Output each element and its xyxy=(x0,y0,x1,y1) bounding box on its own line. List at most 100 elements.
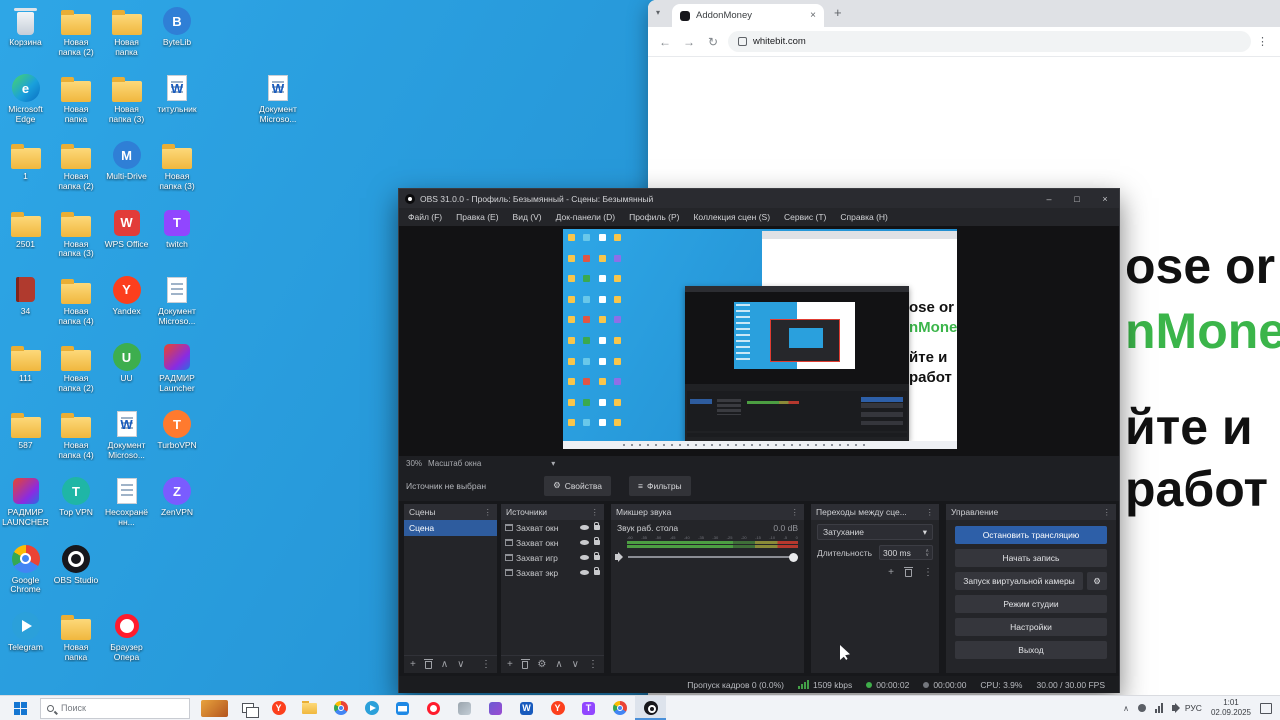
tab-search-icon[interactable]: ▾ xyxy=(656,8,660,17)
language-indicator[interactable]: РУС xyxy=(1185,703,1202,713)
desktop-icon[interactable]: РАДМИР Launcher xyxy=(154,342,201,394)
lock-icon[interactable] xyxy=(594,567,600,575)
spinner-arrows-icon[interactable]: ∧ ∨ xyxy=(925,548,929,557)
start-button[interactable] xyxy=(0,696,40,720)
new-tab-button[interactable]: + xyxy=(834,5,842,20)
obs-menu-item[interactable]: Профиль (P) xyxy=(622,212,686,222)
desktop-icon[interactable]: Новая папка xyxy=(103,6,150,58)
desktop-icon[interactable]: Z ZenVPN xyxy=(154,476,201,518)
desktop-icon[interactable]: Ttwitch xyxy=(154,208,201,250)
desktop-icon[interactable]: 34 xyxy=(2,275,49,317)
taskbar-telegram[interactable] xyxy=(356,696,387,720)
obs-menu-item[interactable]: Правка (E) xyxy=(449,212,505,222)
visibility-eye-icon[interactable] xyxy=(580,570,589,575)
desktop-icon[interactable]: Новая папка xyxy=(53,611,100,663)
refresh-icon[interactable]: ↻ xyxy=(704,35,722,49)
transitions-dock-header[interactable]: Переходы между сце... ⋮ xyxy=(811,504,939,520)
dock-menu-icon[interactable]: ⋮ xyxy=(1103,507,1112,518)
desktop-icon[interactable]: Новая папка (3) xyxy=(53,208,100,260)
desktop-icon[interactable]: Несохранённ... xyxy=(103,476,150,528)
desktop-icon[interactable]: M Multi-Drive xyxy=(103,140,150,182)
source-item[interactable]: Захват экр xyxy=(501,565,604,580)
add-scene-icon[interactable]: + xyxy=(410,659,416,670)
hidden-icons-caret[interactable]: ∧ xyxy=(1123,704,1129,713)
dock-menu-icon[interactable]: ⋮ xyxy=(591,507,600,518)
taskbar-obs[interactable] xyxy=(635,696,666,720)
volume-slider[interactable] xyxy=(628,552,798,562)
desktop-icon[interactable]: Новая папка (3) xyxy=(154,140,201,192)
transition-select[interactable]: Затухание ▾ xyxy=(817,524,933,540)
desktop-icon[interactable]: e Microsoft Edge xyxy=(2,73,49,125)
taskbar-yandex-2[interactable]: Y xyxy=(542,696,573,720)
source-item[interactable]: Захват окн xyxy=(501,520,604,535)
maximize-icon[interactable]: □ xyxy=(1063,189,1091,208)
dock-menu-icon[interactable]: ⋮ xyxy=(791,507,800,518)
taskbar-app-violet[interactable] xyxy=(480,696,511,720)
taskbar-yandex-browser[interactable]: Y xyxy=(263,696,294,720)
browser-tab[interactable]: AddonMoney × xyxy=(672,4,824,27)
tray-app-icon[interactable] xyxy=(1137,704,1146,712)
source-properties-icon[interactable]: ⚙ xyxy=(537,659,546,670)
desktop-icon[interactable]: Документ Microso... xyxy=(154,275,201,327)
desktop-icon[interactable]: Wтитульник xyxy=(154,73,201,115)
control-button[interactable]: Начать запись xyxy=(955,549,1107,567)
desktop-icon[interactable]: Y Yandex xyxy=(103,275,150,317)
source-item[interactable]: Захват окн xyxy=(501,535,604,550)
desktop-icon[interactable]: W Документ Microso... xyxy=(255,73,302,125)
remove-scene-icon[interactable] xyxy=(423,658,433,669)
transition-more-icon[interactable]: ⋮ xyxy=(923,567,933,578)
desktop-icon[interactable]: Новая папка (2) xyxy=(53,342,100,394)
taskbar-chrome[interactable] xyxy=(325,696,356,720)
minimize-icon[interactable]: – xyxy=(1035,189,1063,208)
obs-menu-item[interactable]: Сервис (T) xyxy=(777,212,833,222)
obs-menu-item[interactable]: Вид (V) xyxy=(506,212,549,222)
lock-icon[interactable] xyxy=(594,537,600,545)
browser-menu-icon[interactable]: ⋮ xyxy=(1257,35,1272,48)
obs-menu-item[interactable]: Коллекция сцен (S) xyxy=(686,212,777,222)
control-button[interactable]: Остановить трансляцию xyxy=(955,526,1107,544)
scene-up-icon[interactable]: ∧ xyxy=(441,659,448,670)
tab-close-icon[interactable]: × xyxy=(810,10,816,21)
control-button[interactable]: Настройки xyxy=(955,618,1107,636)
desktop-icon[interactable]: Новая папка (2) xyxy=(53,6,100,58)
obs-menu-item[interactable]: Док-панели (D) xyxy=(549,212,622,222)
add-transition-icon[interactable]: + xyxy=(888,567,894,578)
desktop-icon[interactable]: 587 xyxy=(2,409,49,451)
filters-button[interactable]: ≡ Фильтры xyxy=(629,475,691,496)
desktop-icon[interactable]: Новая папка (4) xyxy=(53,275,100,327)
desktop-icon[interactable]: B ByteLib xyxy=(154,6,201,48)
network-icon[interactable] xyxy=(1154,703,1163,713)
dock-menu-icon[interactable]: ⋮ xyxy=(926,507,935,518)
taskbar-mail[interactable] xyxy=(387,696,418,720)
obs-title-bar[interactable]: OBS 31.0.0 - Профиль: Безымянный - Сцены… xyxy=(399,189,1119,208)
desktop-icon[interactable]: Telegram xyxy=(2,611,49,653)
desktop-icon[interactable]: W WPS Office xyxy=(103,208,150,250)
virtual-camera-gear-icon[interactable]: ⚙ xyxy=(1087,572,1107,590)
volume-icon[interactable] xyxy=(1171,703,1180,713)
remove-source-icon[interactable] xyxy=(520,658,530,669)
sources-dock-header[interactable]: Источники ⋮ xyxy=(501,504,604,520)
source-item[interactable]: Захват игр xyxy=(501,550,604,565)
properties-button[interactable]: ⚙ Свойства xyxy=(544,475,612,496)
visibility-eye-icon[interactable] xyxy=(580,525,589,530)
desktop-icon[interactable]: OBS Studio xyxy=(53,544,100,586)
taskbar-chrome-2[interactable] xyxy=(604,696,635,720)
sources-more-icon[interactable]: ⋮ xyxy=(588,659,598,670)
desktop-icon[interactable]: Браузер Опера xyxy=(103,611,150,663)
zoom-caret-icon[interactable]: ▾ xyxy=(551,459,555,468)
site-info-icon[interactable] xyxy=(738,37,747,46)
mixer-dock-header[interactable]: Микшер звука ⋮ xyxy=(611,504,804,520)
desktop-icon[interactable]: T TurboVPN xyxy=(154,409,201,451)
back-icon[interactable]: ← xyxy=(656,35,674,49)
desktop-icon[interactable]: 111 xyxy=(2,342,49,384)
desktop-icon[interactable]: Новая папка (2) xyxy=(53,140,100,192)
control-button[interactable]: Выход xyxy=(955,641,1107,659)
obs-preview[interactable]: ose or nMoney йте и работ xyxy=(563,229,957,449)
taskbar-file-explorer[interactable] xyxy=(294,696,325,720)
lock-icon[interactable] xyxy=(594,552,600,560)
desktop-icon[interactable]: Т Тор VPN xyxy=(53,476,100,518)
scene-down-icon[interactable]: ∨ xyxy=(457,659,464,670)
remove-transition-icon[interactable] xyxy=(904,566,913,577)
visibility-eye-icon[interactable] xyxy=(580,540,589,545)
close-icon[interactable]: × xyxy=(1091,189,1119,208)
